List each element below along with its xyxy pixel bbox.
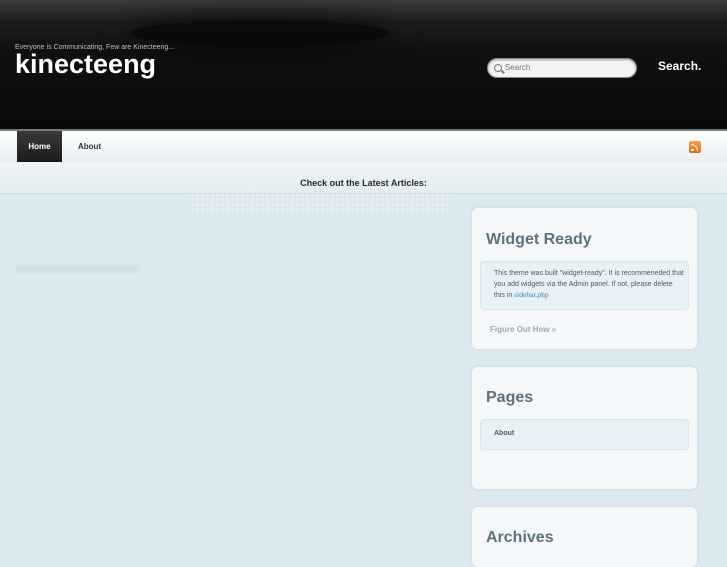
nav-item-home[interactable]: Home [17,131,62,162]
pages-list: About [480,419,689,450]
content-placeholder [15,265,140,273]
latest-articles-label: Check out the Latest Articles: [300,178,427,188]
archives-widget: Archives [472,507,697,567]
widget-ready: Widget Ready This theme was built "widge… [472,208,697,349]
pages-widget: Pages About [472,367,697,489]
widget-title: Widget Ready [486,231,592,248]
widget-text: This theme was built "widget-ready". It … [494,269,684,302]
header-shine [0,0,727,22]
page-link-about[interactable]: About [494,430,514,437]
main-nav: Home About [0,129,727,162]
header-decoration [130,20,390,46]
search-input[interactable] [505,61,630,74]
search-icon [494,64,502,72]
widget-title: Archives [486,529,554,546]
search-box[interactable] [487,58,637,78]
site-title[interactable]: kinecteeng [15,49,156,80]
sidebar-php-link[interactable]: sidebar.php [514,290,548,299]
rss-icon[interactable] [689,141,701,153]
widget-title: Pages [486,389,534,406]
widget-text-box: This theme was built "widget-ready". It … [480,261,689,310]
site-header: Everyone is Communicating, Few are Kinec… [0,0,727,129]
decorative-dots [190,192,450,214]
nav-item-about[interactable]: About [78,131,101,162]
figure-out-how-link[interactable]: Figure Out How » [490,325,556,334]
latest-articles-bar: Check out the Latest Articles: [0,162,727,194]
search-button[interactable]: Search. [658,59,701,73]
